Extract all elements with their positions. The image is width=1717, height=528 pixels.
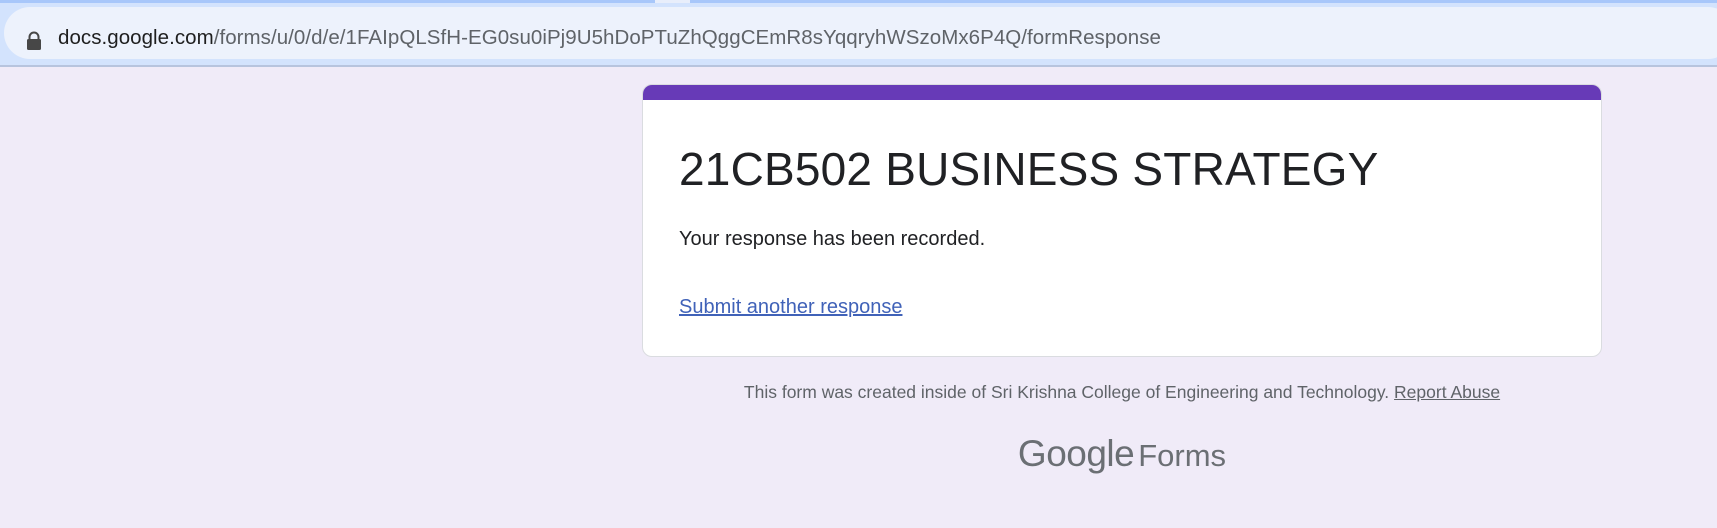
- submit-another-response-link[interactable]: Submit another response: [679, 296, 902, 319]
- url-host: docs.google.com: [58, 26, 214, 49]
- address-bar[interactable]: docs.google.com/forms/u/0/d/e/1FAIpQLSfH…: [4, 7, 1717, 59]
- url-path: /forms/u/0/d/e/1FAIpQLSfH-EG0su0iPj9U5hD…: [213, 26, 1161, 49]
- url-text[interactable]: docs.google.com/forms/u/0/d/e/1FAIpQLSfH…: [58, 26, 1161, 50]
- card-accent-bar: [643, 85, 1601, 100]
- google-forms-logo[interactable]: Google Forms: [642, 433, 1602, 475]
- response-card: 21CB502 BUSINESS STRATEGY Your response …: [642, 84, 1602, 357]
- browser-toolbar: docs.google.com/forms/u/0/d/e/1FAIpQLSfH…: [0, 0, 1717, 67]
- lock-icon[interactable]: [26, 31, 42, 51]
- confirmation-message: Your response has been recorded.: [679, 228, 986, 250]
- report-abuse-link[interactable]: Report Abuse: [1394, 382, 1500, 402]
- footer-created-inside: This form was created inside of Sri Kris…: [743, 382, 1390, 402]
- tab-gap: [655, 0, 690, 3]
- tab-strip: [0, 0, 1717, 3]
- logo-google-word: Google: [1017, 433, 1135, 474]
- toolbar-divider: [0, 65, 1717, 67]
- footer-note: This form was created inside of Sri Kris…: [642, 382, 1602, 403]
- form-title: 21CB502 BUSINESS STRATEGY: [679, 143, 1379, 195]
- logo-forms-word: Forms: [1138, 438, 1227, 473]
